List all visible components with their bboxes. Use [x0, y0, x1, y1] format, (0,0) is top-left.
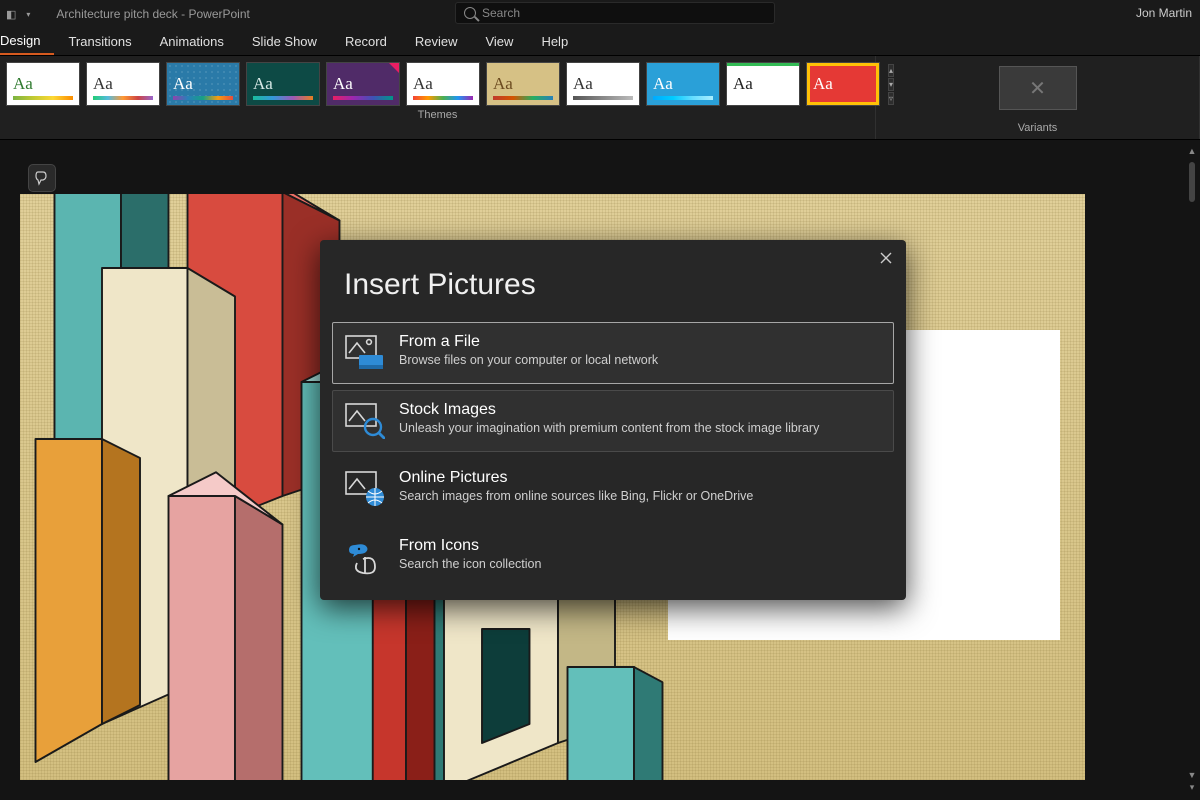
- option-desc: Browse files on your computer or local n…: [399, 353, 658, 367]
- ribbon-group-themes: AaAaAaAaAaAaAaAaAaAaAa▴▾▿ Themes: [0, 56, 876, 139]
- scroll-thumb[interactable]: [1189, 162, 1195, 202]
- insert-pictures-dialog: Insert Pictures From a File Browse files…: [320, 240, 906, 600]
- file-picture-icon: [345, 333, 385, 373]
- scroll-up-icon[interactable]: ▲: [1186, 146, 1198, 158]
- icons-icon: [345, 537, 385, 577]
- slide-workspace: Insert Pictures From a File Browse files…: [0, 140, 1200, 800]
- copilot-button[interactable]: [28, 164, 56, 192]
- option-from-file[interactable]: From a File Browse files on your compute…: [332, 322, 894, 384]
- option-desc: Search the icon collection: [399, 557, 541, 571]
- option-desc: Unleash your imagination with premium co…: [399, 421, 819, 435]
- ribbon-tabs: Design Transitions Animations Slide Show…: [0, 28, 1200, 56]
- variants-label: Variants: [876, 119, 1199, 139]
- scroll-down-icon[interactable]: ▼: [1186, 770, 1198, 782]
- close-button[interactable]: [876, 248, 896, 268]
- theme-thumb[interactable]: Aa: [6, 62, 80, 106]
- theme-thumb[interactable]: Aa: [646, 62, 720, 106]
- theme-thumb[interactable]: Aa: [326, 62, 400, 106]
- tab-record[interactable]: Record: [331, 28, 401, 55]
- tab-animations[interactable]: Animations: [146, 28, 238, 55]
- option-title: From a File: [399, 333, 658, 351]
- stock-images-icon: [345, 401, 385, 441]
- theme-thumb[interactable]: Aa: [166, 62, 240, 106]
- option-title: From Icons: [399, 537, 541, 555]
- user-name[interactable]: Jon Martin: [1136, 6, 1192, 20]
- option-title: Online Pictures: [399, 469, 753, 487]
- theme-thumb[interactable]: Aa: [806, 62, 880, 106]
- theme-thumb[interactable]: Aa: [246, 62, 320, 106]
- theme-thumb[interactable]: Aa: [726, 62, 800, 106]
- online-pictures-icon: [345, 469, 385, 509]
- option-from-icons[interactable]: From Icons Search the icon collection: [332, 526, 894, 588]
- title-bar: ◧ ▾ Architecture pitch deck - PowerPoint…: [0, 0, 1200, 28]
- dialog-title: Insert Pictures: [320, 240, 906, 316]
- themes-label: Themes: [0, 106, 875, 126]
- tab-transitions[interactable]: Transitions: [54, 28, 145, 55]
- theme-thumb[interactable]: Aa: [406, 62, 480, 106]
- document-title: Architecture pitch deck - PowerPoint: [56, 7, 249, 21]
- tab-help[interactable]: Help: [527, 28, 582, 55]
- vertical-scrollbar[interactable]: ▲ ▼ ▾: [1186, 146, 1198, 794]
- qat-icon[interactable]: ◧: [6, 8, 16, 21]
- option-title: Stock Images: [399, 401, 819, 419]
- tab-review[interactable]: Review: [401, 28, 472, 55]
- ribbon-body: AaAaAaAaAaAaAaAaAaAaAa▴▾▿ Themes ✕ Varia…: [0, 56, 1200, 140]
- option-online-pictures[interactable]: Online Pictures Search images from onlin…: [332, 458, 894, 520]
- ribbon-group-variants: ✕ Variants: [876, 56, 1200, 139]
- scroll-next-slide-icon[interactable]: ▾: [1186, 782, 1198, 794]
- search-icon: [464, 7, 476, 19]
- theme-thumb[interactable]: Aa: [86, 62, 160, 106]
- search-input[interactable]: Search: [455, 2, 775, 24]
- option-stock-images[interactable]: Stock Images Unleash your imagination wi…: [332, 390, 894, 452]
- tab-slide-show[interactable]: Slide Show: [238, 28, 331, 55]
- theme-thumb[interactable]: Aa: [486, 62, 560, 106]
- variant-thumb[interactable]: ✕: [999, 66, 1077, 110]
- search-placeholder: Search: [482, 6, 520, 20]
- qat-down-icon[interactable]: ▾: [26, 10, 30, 19]
- themes-gallery: AaAaAaAaAaAaAaAaAaAaAa▴▾▿: [0, 56, 875, 106]
- theme-thumb[interactable]: Aa: [566, 62, 640, 106]
- tab-view[interactable]: View: [471, 28, 527, 55]
- tab-design[interactable]: Design: [0, 28, 54, 55]
- option-desc: Search images from online sources like B…: [399, 489, 753, 503]
